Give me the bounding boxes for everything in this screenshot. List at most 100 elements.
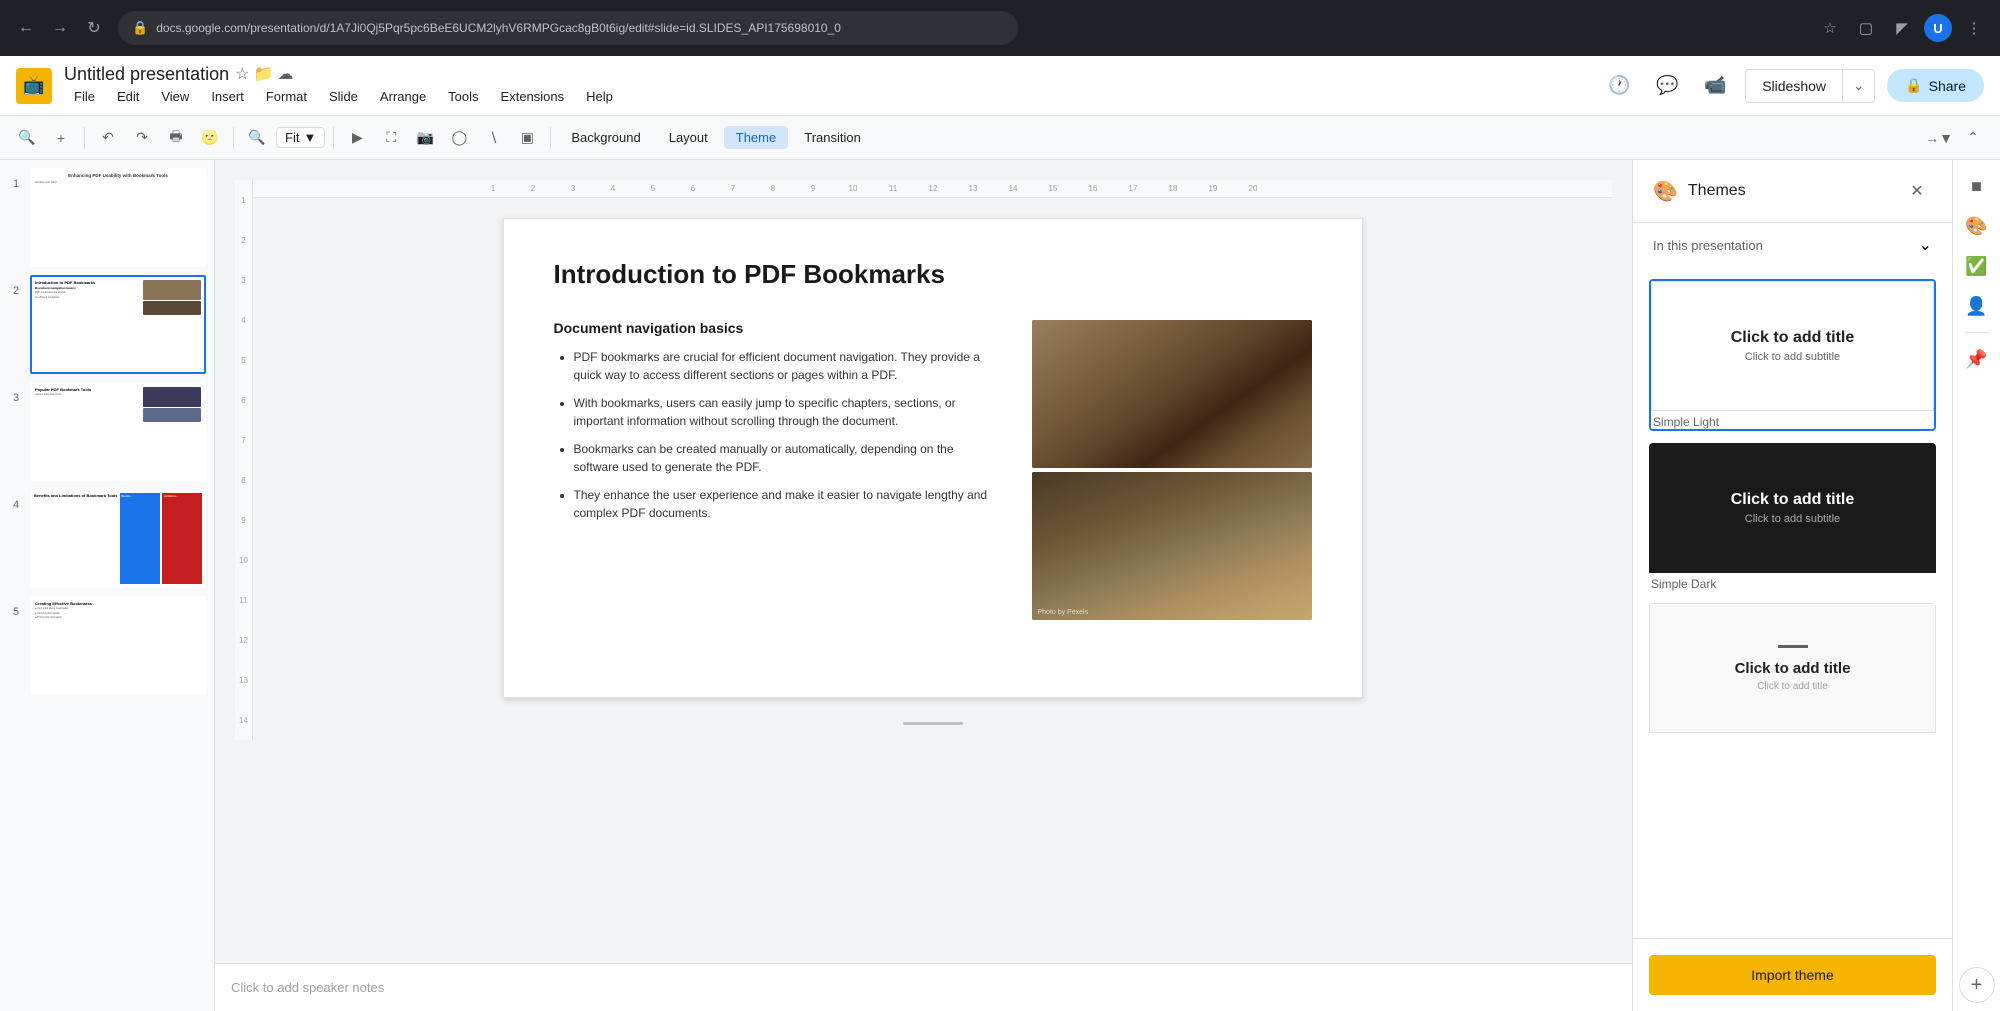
- slideshow-button[interactable]: Slideshow: [1745, 69, 1842, 103]
- menu-arrange[interactable]: Arrange: [370, 85, 436, 108]
- line-btn[interactable]: ∖: [478, 123, 508, 153]
- slide-thumbnail-1[interactable]: Enhancing PDF Usability with Bookmark To…: [30, 168, 206, 267]
- address-bar[interactable]: 🔒 docs.google.com/presentation/d/1A7Ji0Q…: [118, 11, 1018, 45]
- right-sidebar-user-btn[interactable]: 👤: [1959, 288, 1995, 324]
- theme-third-title: Click to add title: [1735, 660, 1851, 677]
- zoom-selector[interactable]: Fit ▼: [276, 127, 325, 148]
- textbox-btn[interactable]: ▣: [512, 123, 542, 153]
- share-button[interactable]: 🔒 Share: [1887, 69, 1984, 102]
- shape-btn[interactable]: ◯: [444, 123, 474, 153]
- theme-simple-light[interactable]: Click to add title Click to add subtitle…: [1649, 279, 1936, 431]
- undo-btn[interactable]: ↶: [93, 123, 123, 153]
- thumb-4-col-left: Benefits...: [120, 493, 160, 584]
- menu-tools[interactable]: Tools: [438, 85, 488, 108]
- thumb-2-right: [143, 280, 201, 369]
- cloud-icon[interactable]: ☁: [277, 64, 293, 84]
- thumb-5-p3: ● Third point information: [35, 616, 201, 620]
- thumb-3-h1: Popular PDF Bookmark Tools: [35, 387, 141, 392]
- theme-simple-dark[interactable]: Click to add title Click to add subtitle…: [1649, 443, 1936, 591]
- themes-palette-icon: 🎨: [1653, 179, 1678, 204]
- thumb-5-p1: ● First point about bookmarks: [35, 607, 201, 611]
- menu-help[interactable]: Help: [576, 85, 623, 108]
- bullet-2: With bookmarks, users can easily jump to…: [574, 394, 1002, 430]
- nav-forward-button[interactable]: →: [46, 14, 74, 42]
- thumb-5-p2: ● Second point details: [35, 612, 201, 616]
- slide-thumbnail-3[interactable]: Popular PDF Bookmark Tools various tools…: [30, 382, 206, 481]
- menu-format[interactable]: Format: [256, 85, 317, 108]
- search-toolbar-btn[interactable]: 🔍: [12, 123, 42, 153]
- thumb-5-title: Creating Effective Bookmarks: [35, 601, 201, 606]
- split-view-icon-btn[interactable]: ◤: [1888, 14, 1916, 42]
- slide-section-title: Document navigation basics: [554, 320, 1002, 336]
- paint-format-btn[interactable]: 🌝: [195, 123, 225, 153]
- slideshow-btn-group: Slideshow ⌄: [1745, 69, 1875, 103]
- slide-thumbnail-5[interactable]: Creating Effective Bookmarks ● First poi…: [30, 596, 206, 695]
- folder-icon[interactable]: 📁: [253, 64, 273, 84]
- slide-thumb-1[interactable]: 1 Enhancing PDF Usability with Bookmark …: [8, 168, 206, 267]
- collapse-toolbar-btn[interactable]: ⌃: [1958, 123, 1988, 153]
- themes-close-button[interactable]: ✕: [1902, 176, 1932, 206]
- import-theme-button[interactable]: Import theme: [1649, 955, 1936, 995]
- extension-icon-btn[interactable]: ▢: [1852, 14, 1880, 42]
- themes-title: Themes: [1688, 182, 1892, 200]
- toolbar: 🔍 + ↶ ↷ 🖶 🌝 🔍 Fit ▼ ▶ ⛶ 📷 ◯ ∖ ▣ Backgrou…: [0, 116, 2000, 160]
- cursor-btn[interactable]: ▶: [342, 123, 372, 153]
- nav-refresh-button[interactable]: ↻: [80, 14, 108, 42]
- star-icon[interactable]: ☆: [235, 64, 249, 84]
- right-sidebar-grid-btn[interactable]: ■: [1959, 168, 1995, 204]
- slide-thumbnail-2[interactable]: Introduction to PDF Bookmarks Document n…: [30, 275, 206, 374]
- zoom-in-btn[interactable]: +: [46, 123, 76, 153]
- slide-thumb-4[interactable]: 4 Benefits and Limitations of Bookmark T…: [8, 489, 206, 588]
- thumb-2-p1: PDF bookmarks are crucial: [35, 291, 141, 295]
- bullet-4: They enhance the user experience and mak…: [574, 486, 1002, 522]
- slide-thumb-5[interactable]: 5 Creating Effective Bookmarks ● First p…: [8, 596, 206, 695]
- select-btn[interactable]: ⛶: [376, 123, 406, 153]
- menu-edit[interactable]: Edit: [107, 85, 149, 108]
- transition-btn[interactable]: Transition: [792, 126, 873, 149]
- history-icon-btn[interactable]: 🕐: [1601, 68, 1637, 104]
- right-sidebar-check-btn[interactable]: ✅: [1959, 248, 1995, 284]
- nav-back-button[interactable]: ←: [12, 14, 40, 42]
- thumb-2-h1: Introduction to PDF Bookmarks: [35, 280, 141, 285]
- slide-container[interactable]: Introduction to PDF Bookmarks Document n…: [503, 218, 1363, 698]
- menu-slide[interactable]: Slide: [319, 85, 368, 108]
- print-btn[interactable]: 🖶: [161, 123, 191, 153]
- theme-third[interactable]: Click to add title Click to add title: [1649, 603, 1936, 737]
- slide-thumb-3[interactable]: 3 Popular PDF Bookmark Tools various too…: [8, 382, 206, 481]
- menu-view[interactable]: View: [151, 85, 199, 108]
- theme-simple-dark-subtitle: Click to add subtitle: [1745, 513, 1840, 525]
- slide-with-ruler: 1 2 3 4 5 6 7 8 9 10 11: [253, 180, 1612, 729]
- speaker-notes[interactable]: Click to add speaker notes: [215, 963, 1632, 1011]
- slide-main-canvas: 1 2 3 4 5 6 7 8 9 10 11: [253, 180, 1612, 729]
- editor-area: 1 2 3 4 5 6 7 8 9 10 11 12 13 14: [215, 160, 1632, 1011]
- zoom-control-icon[interactable]: 🔍: [242, 123, 272, 153]
- menu-file[interactable]: File: [64, 85, 105, 108]
- share-lock-icon: 🔒: [1905, 77, 1922, 94]
- layout-btn[interactable]: Layout: [657, 126, 720, 149]
- slide-thumb-inner-2: Introduction to PDF Bookmarks Document n…: [32, 277, 204, 372]
- comments-icon-btn[interactable]: 💬: [1649, 68, 1685, 104]
- menu-extensions[interactable]: Extensions: [491, 85, 575, 108]
- slide-thumb-2[interactable]: 2 Introduction to PDF Bookmarks Document…: [8, 275, 206, 374]
- menu-insert[interactable]: Insert: [201, 85, 254, 108]
- theme-btn[interactable]: Theme: [724, 126, 788, 149]
- right-sidebar-palette-btn[interactable]: 🎨: [1959, 208, 1995, 244]
- doc-title-section: Untitled presentation ☆ 📁 ☁ File Edit Vi…: [64, 64, 623, 108]
- image-insert-btn[interactable]: 📷: [410, 123, 440, 153]
- redo-btn[interactable]: ↷: [127, 123, 157, 153]
- background-btn[interactable]: Background: [559, 126, 652, 149]
- bookmark-icon-btn[interactable]: ☆: [1816, 14, 1844, 42]
- scroll-indicator: [903, 722, 963, 725]
- right-sidebar-add-btn[interactable]: +: [1959, 967, 1995, 1003]
- slide-thumbnail-4[interactable]: Benefits and Limitations of Bookmark Too…: [30, 489, 206, 588]
- user-avatar[interactable]: U: [1924, 14, 1952, 42]
- present-icon-btn[interactable]: 📹: [1697, 68, 1733, 104]
- arrow-tools-btn[interactable]: →▼: [1924, 123, 1954, 153]
- right-sidebar-map-btn[interactable]: 📌: [1959, 341, 1995, 377]
- ruler-vertical: 1 2 3 4 5 6 7 8 9 10 11 12 13 14: [235, 180, 253, 740]
- browser-menu-btn[interactable]: ⋮: [1960, 14, 1988, 42]
- slideshow-dropdown-button[interactable]: ⌄: [1842, 69, 1875, 103]
- theme-third-subtitle: Click to add title: [1757, 681, 1828, 692]
- import-theme-section: Import theme: [1633, 938, 1952, 1011]
- themes-section-header[interactable]: In this presentation ⌄: [1633, 223, 1952, 267]
